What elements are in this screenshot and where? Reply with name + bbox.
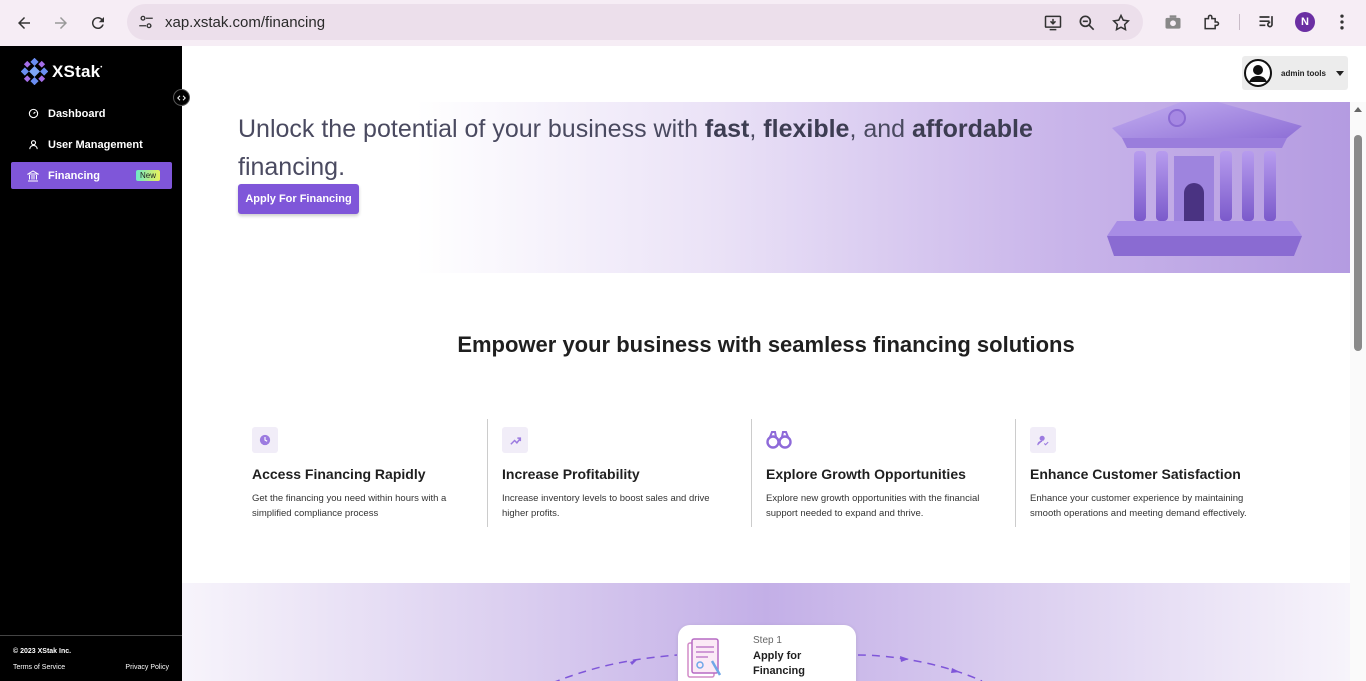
caret-down-icon <box>1335 70 1344 76</box>
sidebar-item-label: Dashboard <box>48 107 106 120</box>
user-menu-label: admin tools <box>1281 68 1326 78</box>
steps-section: Step 1 Apply for Financing <box>182 583 1350 681</box>
bank-icon <box>27 169 39 182</box>
features-list: Access Financing Rapidly Get the financi… <box>238 419 1298 527</box>
terms-of-service-link[interactable]: Terms of Service <box>13 664 65 671</box>
copyright-text: © 2023 XStak Inc. <box>13 648 72 655</box>
feature-title: Explore Growth Opportunities <box>766 466 966 482</box>
browser-toolbar: xap.xstak.com/financing N <box>0 0 1366 46</box>
sidebar: XStak • Dashboard User Management Financi… <box>0 46 182 681</box>
back-arrow-icon <box>18 17 30 29</box>
site-settings-icon[interactable] <box>137 13 155 31</box>
forward-button[interactable] <box>49 11 73 35</box>
feature-title: Increase Profitability <box>502 466 640 482</box>
feature-card: Enhance Customer Satisfaction Enhance yo… <box>1015 419 1265 527</box>
zoom-icon[interactable] <box>1077 13 1097 33</box>
step-title: Apply for Financing <box>753 650 805 677</box>
new-badge: New <box>135 170 160 181</box>
sidebar-item-dashboard[interactable]: Dashboard <box>11 100 172 127</box>
user-menu-button[interactable]: admin tools <box>1242 56 1348 90</box>
feature-card: Access Financing Rapidly Get the financi… <box>238 419 488 527</box>
xstak-logo[interactable]: XStak • <box>21 58 102 85</box>
step-card: Step 1 Apply for Financing <box>678 625 856 681</box>
sidebar-item-label: Financing <box>48 169 100 182</box>
main-content: Unlock the potential of your business wi… <box>182 102 1350 681</box>
section-title: Empower your business with seamless fina… <box>457 332 1075 357</box>
customer-satisfaction-icon <box>1030 427 1056 453</box>
sidebar-footer: © 2023 XStak Inc. Terms of Service Priva… <box>0 635 182 681</box>
apply-for-financing-button[interactable]: Apply For Financing <box>238 184 359 214</box>
install-app-icon[interactable] <box>1043 13 1063 33</box>
reload-icon <box>91 17 104 30</box>
user-management-icon <box>27 139 39 151</box>
extensions-puzzle-icon[interactable] <box>1201 12 1221 32</box>
feature-card: Explore Growth Opportunities Explore new… <box>751 419 1001 527</box>
logo-text: XStak <box>52 61 101 81</box>
bookmark-star-icon[interactable] <box>1111 13 1131 33</box>
user-avatar-icon <box>1244 59 1272 87</box>
application-form-icon <box>687 638 722 678</box>
bank-building-illustration <box>1107 102 1302 256</box>
screenshot-camera-icon[interactable] <box>1163 12 1183 32</box>
top-bar: admin tools <box>182 46 1366 102</box>
hero-banner: Unlock the potential of your business wi… <box>182 102 1350 273</box>
hero-title: Unlock the potential of your business wi… <box>238 115 1033 181</box>
page-scrollbar[interactable] <box>1350 102 1366 681</box>
toolbar-divider <box>1239 14 1240 30</box>
dashboard-icon <box>27 108 39 120</box>
binoculars-icon <box>766 427 792 453</box>
sidebar-item-financing[interactable]: Financing New <box>11 162 172 189</box>
trademark-mark: • <box>100 64 103 71</box>
scroll-up-arrow-icon[interactable] <box>1354 107 1362 112</box>
feature-description: Enhance your customer experience by main… <box>1030 493 1247 519</box>
scrollbar-thumb[interactable] <box>1354 135 1362 351</box>
feature-card: Increase Profitability Increase inventor… <box>487 419 737 527</box>
browser-menu-icon[interactable] <box>1332 12 1352 32</box>
sidebar-item-label: User Management <box>48 138 143 151</box>
feature-description: Explore new growth opportunities with th… <box>766 493 980 519</box>
reload-button[interactable] <box>86 11 110 35</box>
forward-arrow-icon <box>55 17 67 29</box>
privacy-policy-link[interactable]: Privacy Policy <box>125 664 169 671</box>
code-arrows-icon <box>177 94 186 101</box>
url-text: xap.xstak.com/financing <box>165 14 326 31</box>
feature-description: Increase inventory levels to boost sales… <box>502 493 710 519</box>
back-button[interactable] <box>12 11 36 35</box>
trend-up-icon <box>502 427 528 453</box>
clock-icon <box>252 427 278 453</box>
media-controls-icon[interactable] <box>1257 12 1277 32</box>
feature-title: Enhance Customer Satisfaction <box>1030 466 1241 482</box>
address-bar[interactable]: xap.xstak.com/financing <box>127 4 1143 40</box>
feature-title: Access Financing Rapidly <box>252 466 426 482</box>
sidebar-collapse-button[interactable] <box>173 89 190 106</box>
step-number: Step 1 <box>753 635 782 646</box>
xstak-logo-mark-icon <box>21 58 48 85</box>
feature-description: Get the financing you need within hours … <box>252 493 447 519</box>
profile-avatar[interactable]: N <box>1295 12 1315 32</box>
sidebar-item-user-management[interactable]: User Management <box>11 131 172 158</box>
